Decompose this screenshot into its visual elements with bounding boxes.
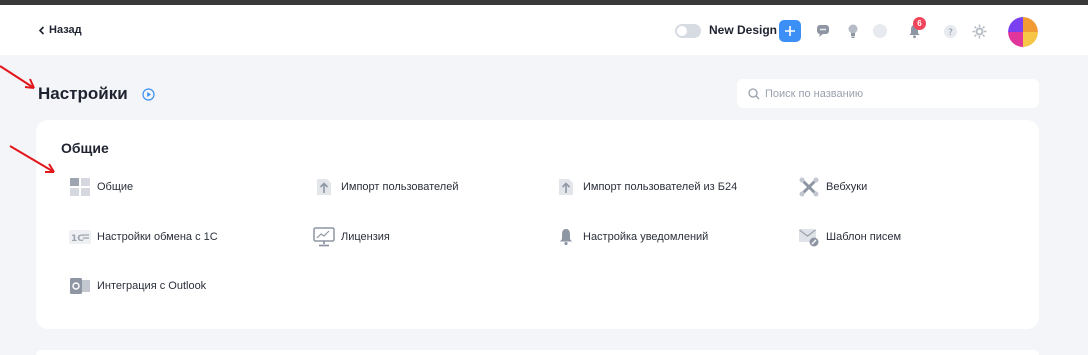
next-card-edge	[36, 350, 1039, 355]
play-video-icon[interactable]	[142, 88, 155, 101]
search-box[interactable]	[737, 79, 1039, 108]
search-input[interactable]	[765, 87, 1025, 100]
grid-icon	[69, 176, 91, 198]
bulb-icon[interactable]	[844, 22, 862, 40]
settings-item-label: Настройки обмена с 1С	[97, 231, 218, 243]
settings-item-label: Вебхуки	[826, 181, 868, 193]
settings-item-mail-template[interactable]: Шаблон писем	[798, 226, 901, 248]
settings-item-license[interactable]: Лицензия	[313, 226, 390, 248]
settings-section-card: Общие Общие Импорт пользователей Импорт …	[36, 120, 1039, 329]
monitor-icon	[313, 226, 335, 248]
new-design-toggle[interactable]	[675, 24, 701, 38]
settings-item-label: Интеграция с Outlook	[97, 280, 207, 292]
settings-icon[interactable]	[970, 22, 988, 40]
settings-item-notifications[interactable]: Настройка уведомлений	[555, 226, 708, 248]
svg-text:1C: 1C	[71, 234, 84, 244]
settings-item-label: Импорт пользователей	[341, 181, 459, 193]
svg-text:?: ?	[948, 28, 953, 38]
outlook-icon	[69, 275, 91, 297]
mail-template-icon	[798, 226, 820, 248]
1c-icon: 1C	[69, 226, 91, 248]
settings-item-outlook[interactable]: Интеграция с Outlook	[69, 275, 206, 297]
settings-item-label: Общие	[97, 181, 134, 193]
back-label: Назад	[49, 24, 82, 36]
settings-item-webhooks[interactable]: Вебхуки	[798, 176, 867, 198]
chat-icon[interactable]	[815, 22, 833, 40]
chevron-left-icon	[38, 25, 45, 35]
settings-item-label: Шаблон писем	[826, 231, 902, 243]
back-link[interactable]: Назад	[38, 5, 82, 55]
avatar-image	[1008, 17, 1038, 47]
webhook-icon	[798, 176, 820, 198]
bell-icon[interactable]: 6	[905, 17, 926, 40]
search-icon	[748, 87, 760, 99]
section-title: Общие	[61, 140, 109, 156]
user-avatar[interactable]	[1008, 17, 1038, 47]
settings-item-label: Лицензия	[341, 231, 390, 243]
plus-icon	[785, 26, 795, 36]
upload-arrow-icon	[555, 176, 577, 198]
settings-item-import-users[interactable]: Импорт пользователей	[313, 176, 458, 198]
add-button[interactable]	[779, 20, 801, 42]
upload-arrow-icon	[313, 176, 335, 198]
notification-badge: 6	[913, 17, 926, 30]
settings-item-label: Импорт пользователей из Б24	[583, 181, 738, 193]
new-design-label: New Design	[709, 23, 778, 37]
help-icon[interactable]: ?	[941, 22, 959, 40]
top-bar: Назад New Design 6 ?	[0, 5, 1088, 55]
settings-item-general[interactable]: Общие	[69, 176, 133, 198]
settings-item-1c-exchange[interactable]: 1C Настройки обмена с 1С	[69, 226, 218, 248]
status-circle-icon[interactable]	[871, 22, 889, 40]
bell-icon	[555, 226, 577, 248]
settings-item-label: Настройка уведомлений	[583, 231, 709, 243]
page-title: Настройки	[38, 84, 128, 103]
annotation-arrow-icon	[0, 65, 35, 89]
settings-item-import-users-b24[interactable]: Импорт пользователей из Б24	[555, 176, 737, 198]
